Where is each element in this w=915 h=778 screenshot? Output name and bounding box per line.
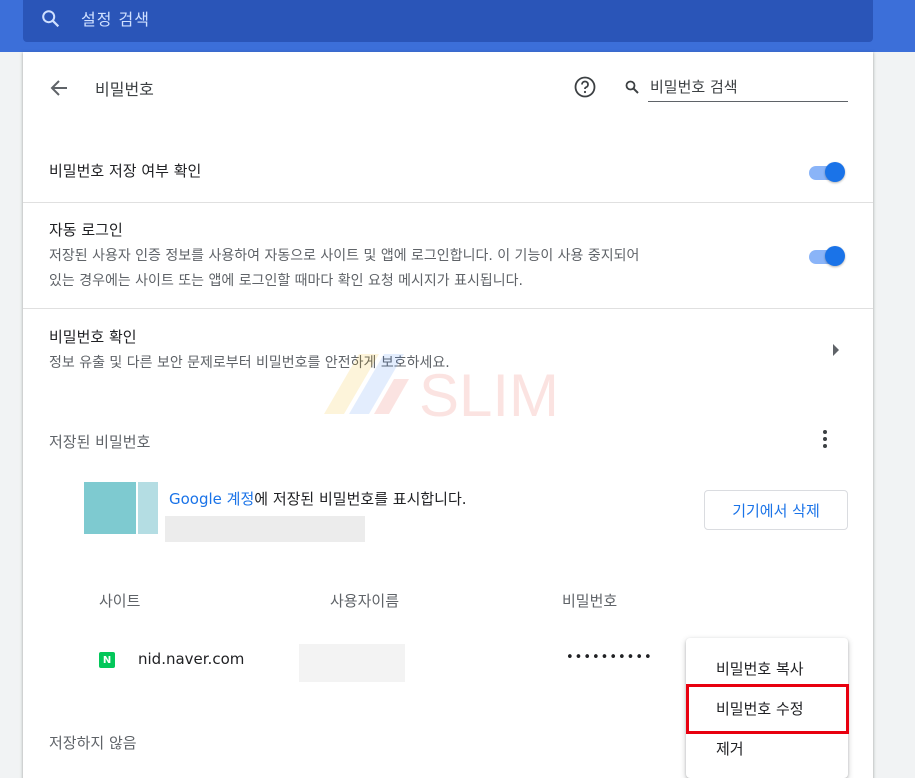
- back-arrow-icon[interactable]: [49, 78, 69, 98]
- search-underline: [648, 101, 848, 102]
- settings-search-box[interactable]: 설정 검색: [23, 0, 873, 42]
- menu-item-copy-password[interactable]: 비밀번호 복사: [716, 658, 804, 679]
- check-passwords-label[interactable]: 비밀번호 확인: [49, 326, 137, 347]
- delete-from-device-button[interactable]: 기기에서 삭제: [704, 490, 848, 530]
- chevron-right-icon[interactable]: [832, 344, 840, 356]
- column-header-password: 비밀번호: [562, 592, 618, 610]
- auto-signin-description-1: 저장된 사용자 인증 정보를 사용하여 자동으로 사이트 및 앱에 로그인합니다…: [49, 248, 640, 264]
- auto-signin-toggle[interactable]: [807, 246, 847, 266]
- top-bar: 설정 검색: [0, 0, 915, 52]
- offer-to-save-label: 비밀번호 저장 여부 확인: [49, 162, 202, 180]
- naver-favicon-icon: N: [99, 652, 115, 668]
- never-saved-heading: 저장하지 않음: [49, 734, 137, 752]
- account-image: [84, 482, 158, 534]
- google-account-link[interactable]: Google 계정: [169, 490, 254, 508]
- auto-signin-description-2: 있는 경우에는 사이트 또는 앱에 로그인할 때마다 확인 요청 메시지가 표시…: [49, 273, 523, 289]
- check-passwords-description: 정보 유출 및 다른 보안 문제로부터 비밀번호를 안전하게 보호하세요.: [49, 355, 450, 371]
- account-info-suffix: 에 저장된 비밀번호를 표시합니다.: [254, 490, 467, 508]
- help-icon[interactable]: [574, 76, 596, 98]
- column-header-site: 사이트: [99, 592, 141, 610]
- saved-passwords-heading: 저장된 비밀번호: [49, 433, 151, 451]
- settings-search-input[interactable]: 설정 검색: [81, 6, 150, 30]
- password-masked: ••••••••••: [566, 650, 653, 665]
- page-title: 비밀번호: [95, 80, 154, 99]
- password-search-input[interactable]: 비밀번호 검색: [650, 76, 738, 97]
- menu-item-remove[interactable]: 제거: [716, 738, 744, 759]
- username-redacted: [299, 644, 405, 682]
- account-info-text: Google 계정에 저장된 비밀번호를 표시합니다.: [169, 488, 467, 509]
- site-url[interactable]: nid.naver.com: [138, 650, 244, 668]
- account-email-redacted: [165, 516, 365, 542]
- passwords-card: 비밀번호 비밀번호 검색 비밀번호 저장 여부 확인 자동 로그인 저장된 사용…: [23, 52, 873, 778]
- svg-text:SLIM: SLIM: [419, 362, 559, 429]
- more-vert-icon[interactable]: [823, 430, 827, 448]
- offer-to-save-toggle[interactable]: [807, 162, 847, 182]
- divider: [23, 308, 873, 309]
- search-icon: [625, 80, 639, 94]
- search-icon: [42, 10, 60, 28]
- auto-signin-label: 자동 로그인: [49, 221, 123, 239]
- highlight-box: [686, 684, 849, 734]
- column-header-username: 사용자이름: [330, 592, 400, 610]
- divider: [23, 202, 873, 203]
